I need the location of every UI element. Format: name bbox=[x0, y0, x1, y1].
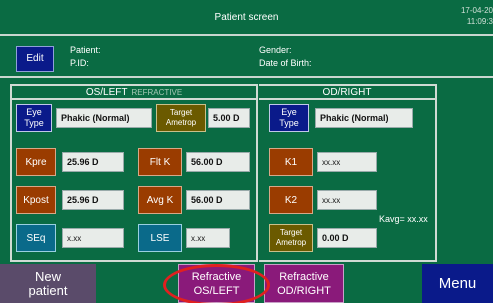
lse-field[interactable]: x.xx bbox=[186, 228, 230, 248]
new-patient-line1: New bbox=[34, 268, 61, 284]
left-header-sub: REFRACTIVE bbox=[131, 88, 183, 97]
k2-field[interactable]: xx.xx bbox=[317, 190, 377, 210]
kpost-field[interactable]: 25.96 D bbox=[62, 190, 124, 210]
patient-info-row: Edit Patient: P.ID: Gender: Date of Birt… bbox=[0, 38, 493, 78]
left-panel-header: OS/LEFT REFRACTIVE bbox=[12, 86, 256, 100]
right-target-field[interactable]: 0.00 D bbox=[317, 228, 377, 248]
patient-label: Patient: bbox=[70, 45, 101, 55]
left-eye-panel: OS/LEFT REFRACTIVE Eye Type Phakic (Norma… bbox=[10, 84, 258, 262]
target-line2: Ametrop bbox=[165, 118, 197, 127]
avg-k-field[interactable]: 56.00 D bbox=[186, 190, 250, 210]
refractive-right-line1: Refractive bbox=[279, 270, 329, 283]
left-target-field[interactable]: 5.00 D bbox=[208, 108, 250, 128]
right-eye-panel: OD/RIGHT Eye Type Phakic (Normal) K1 xx.… bbox=[259, 84, 437, 262]
kpre-field[interactable]: 25.96 D bbox=[62, 152, 124, 172]
left-header-label: OS/LEFT bbox=[85, 87, 128, 98]
k1-button[interactable]: K1 bbox=[269, 148, 313, 176]
seq-button[interactable]: SEq bbox=[16, 224, 56, 252]
right-target-ametrop-button[interactable]: Target Ametrop bbox=[269, 224, 313, 252]
patient-screen: Patient screen 17-04-20 11:09:3 Edit Pat… bbox=[0, 0, 493, 303]
k2-button[interactable]: K2 bbox=[269, 186, 313, 214]
avg-k-button[interactable]: Avg K bbox=[138, 186, 182, 214]
date-text: 17-04-20 bbox=[460, 6, 493, 15]
right-eye-type-button[interactable]: Eye Type bbox=[269, 104, 309, 132]
left-eye-type-field[interactable]: Phakic (Normal) bbox=[56, 108, 152, 128]
eye-type-line1: Eye bbox=[26, 107, 42, 117]
left-eye-type-button[interactable]: Eye Type bbox=[16, 104, 52, 132]
eye-type-line2: Type bbox=[279, 118, 299, 128]
flt-k-button[interactable]: Flt K bbox=[138, 148, 182, 176]
right-eye-type-field[interactable]: Phakic (Normal) bbox=[315, 108, 413, 128]
time-text: 11:09:3 bbox=[466, 17, 493, 26]
refractive-right-line2: OD/RIGHT bbox=[277, 284, 331, 297]
lse-button[interactable]: LSE bbox=[138, 224, 182, 252]
pid-label: P.ID: bbox=[70, 58, 89, 68]
flt-k-field[interactable]: 56.00 D bbox=[186, 152, 250, 172]
target-line1: Target bbox=[279, 228, 303, 237]
menu-button[interactable]: Menu bbox=[422, 264, 493, 303]
new-patient-button[interactable]: New patient bbox=[0, 264, 96, 303]
target-line1: Target bbox=[169, 108, 193, 117]
gender-label: Gender: bbox=[259, 45, 292, 55]
title-bar: Patient screen 17-04-20 11:09:3 bbox=[0, 0, 493, 36]
patient-labels: Patient: P.ID: bbox=[70, 44, 101, 70]
seq-field[interactable]: x.xx bbox=[62, 228, 124, 248]
edit-button[interactable]: Edit bbox=[16, 46, 54, 72]
highlight-circle bbox=[163, 264, 270, 303]
datetime: 17-04-20 11:09:3 bbox=[453, 5, 493, 27]
kpre-button[interactable]: Kpre bbox=[16, 148, 56, 176]
target-line2: Ametrop bbox=[275, 238, 307, 247]
eye-type-line1: Eye bbox=[281, 107, 297, 117]
kpost-button[interactable]: Kpost bbox=[16, 186, 56, 214]
left-target-ametrop-button[interactable]: Target Ametrop bbox=[156, 104, 206, 132]
screen-title: Patient screen bbox=[214, 12, 279, 23]
refractive-right-button[interactable]: Refractive OD/RIGHT bbox=[264, 264, 344, 303]
k1-field[interactable]: xx.xx bbox=[317, 152, 377, 172]
new-patient-line2: patient bbox=[28, 282, 68, 298]
kavg-readout: Kavg= xx.xx bbox=[379, 214, 428, 224]
eye-type-line2: Type bbox=[24, 118, 44, 128]
dob-label: Date of Birth: bbox=[259, 58, 312, 68]
right-panel-header: OD/RIGHT bbox=[259, 86, 435, 100]
demographic-labels: Gender: Date of Birth: bbox=[259, 44, 312, 70]
